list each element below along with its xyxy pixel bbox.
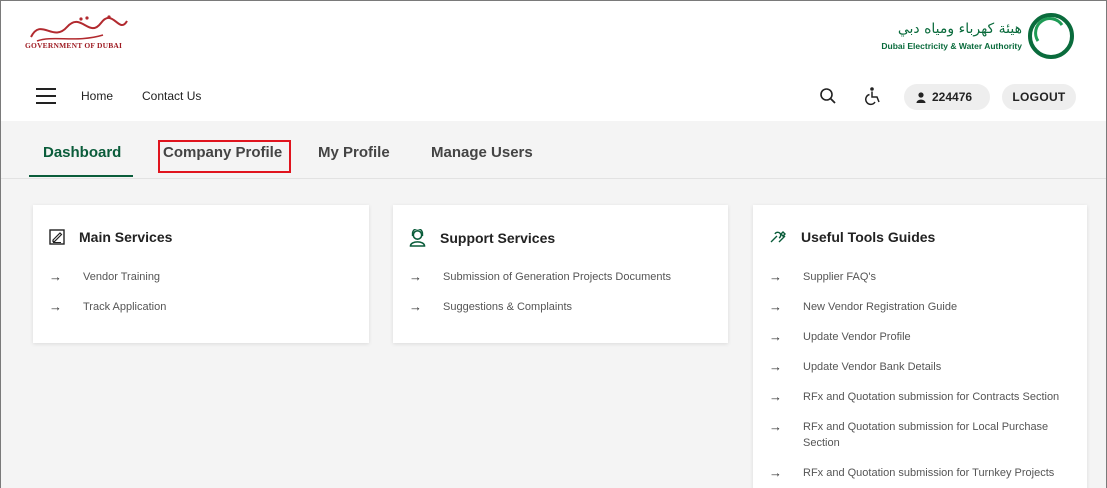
- logout-button[interactable]: LOGOUT: [1002, 84, 1076, 110]
- company-profile-highlight: [158, 140, 291, 173]
- arrow-right-icon: →: [769, 419, 782, 434]
- list-item[interactable]: → Vendor Training: [49, 269, 166, 285]
- list-item[interactable]: → Submission of Generation Projects Docum…: [409, 269, 671, 285]
- arrow-right-icon: →: [769, 389, 782, 404]
- support-services-list: → Submission of Generation Projects Docum…: [409, 269, 671, 329]
- nav-home-link[interactable]: Home: [81, 89, 113, 103]
- list-item[interactable]: → RFx and Quotation submission for Contra…: [769, 389, 1069, 405]
- list-item[interactable]: → Supplier FAQ's: [769, 269, 1069, 285]
- card-header: Useful Tools Guides: [769, 229, 935, 245]
- arrow-right-icon: →: [49, 299, 62, 314]
- useful-tools-card: Useful Tools Guides → Supplier FAQ's → New…: [753, 205, 1087, 488]
- dewa-ring-icon: [1028, 13, 1074, 59]
- list-item[interactable]: → Suggestions & Complaints: [409, 299, 671, 315]
- list-item[interactable]: → New Vendor Registration Guide: [769, 299, 1069, 315]
- nav-contact-link[interactable]: Contact Us: [142, 89, 201, 103]
- arrow-right-icon: →: [769, 329, 782, 344]
- brand-header: GOVERNMENT OF DUBAI هيئة كهرباء ومياه دب…: [1, 1, 1106, 73]
- dewa-logo[interactable]: هيئة كهرباء ومياه دبي Dubai Electricity …: [836, 11, 1076, 65]
- card-title: Useful Tools Guides: [801, 229, 936, 245]
- list-item[interactable]: → RFx and Quotation submission for Turnke…: [769, 465, 1069, 481]
- arrow-right-icon: →: [409, 299, 422, 314]
- support-services-card: Support Services → Submission of Generati…: [393, 205, 728, 343]
- useful-tools-list: → Supplier FAQ's → New Vendor Registration…: [769, 269, 1069, 488]
- card-title: Main Services: [79, 229, 173, 245]
- card-header: Support Services: [409, 229, 555, 247]
- tab-dashboard[interactable]: Dashboard: [43, 144, 121, 161]
- arrow-right-icon: →: [49, 269, 62, 284]
- tab-manage-users[interactable]: Manage Users: [431, 144, 533, 161]
- tab-my-profile[interactable]: My Profile: [318, 144, 390, 161]
- tools-icon: [770, 231, 786, 243]
- dashboard-content: Dashboard Company Profile My Profile Man…: [1, 121, 1106, 488]
- user-id-label: 224476: [932, 90, 973, 104]
- hamburger-icon[interactable]: [36, 85, 56, 105]
- list-item[interactable]: → RFx and Quotation submission for Local …: [769, 419, 1069, 451]
- user-account-button[interactable]: 224476: [904, 84, 990, 110]
- card-title: Support Services: [440, 230, 556, 246]
- gov-name-label: GOVERNMENT OF DUBAI: [25, 41, 123, 50]
- app-window: GOVERNMENT OF DUBAI هيئة كهرباء ومياه دب…: [0, 0, 1107, 488]
- dewa-english-name: Dubai Electricity & Water Authority: [881, 41, 1022, 51]
- government-of-dubai-logo[interactable]: GOVERNMENT OF DUBAI: [23, 13, 143, 63]
- arrow-right-icon: →: [769, 269, 782, 284]
- dewa-arabic-name: هيئة كهرباء ومياه دبي: [897, 21, 1022, 37]
- top-nav: Home Contact Us 224476 LOGOUT: [1, 73, 1106, 121]
- user-icon: [916, 91, 926, 103]
- main-services-list: → Vendor Training → Track Application: [49, 269, 166, 329]
- support-agent-icon: [409, 229, 426, 247]
- arrow-right-icon: →: [409, 269, 422, 284]
- accessibility-icon[interactable]: [863, 86, 883, 111]
- main-services-card: Main Services → Vendor Training → Track Ap…: [33, 205, 369, 343]
- arrow-right-icon: →: [769, 359, 782, 374]
- list-item[interactable]: → Update Vendor Bank Details: [769, 359, 1069, 375]
- list-item[interactable]: → Update Vendor Profile: [769, 329, 1069, 345]
- search-icon[interactable]: [819, 87, 837, 110]
- arrow-right-icon: →: [769, 465, 782, 480]
- tab-bar: Dashboard Company Profile My Profile Man…: [1, 121, 1106, 179]
- list-item[interactable]: → Track Application: [49, 299, 166, 315]
- arrow-right-icon: →: [769, 299, 782, 314]
- card-header: Main Services: [49, 229, 172, 245]
- edit-document-icon: [49, 229, 65, 245]
- active-tab-indicator: [29, 175, 133, 177]
